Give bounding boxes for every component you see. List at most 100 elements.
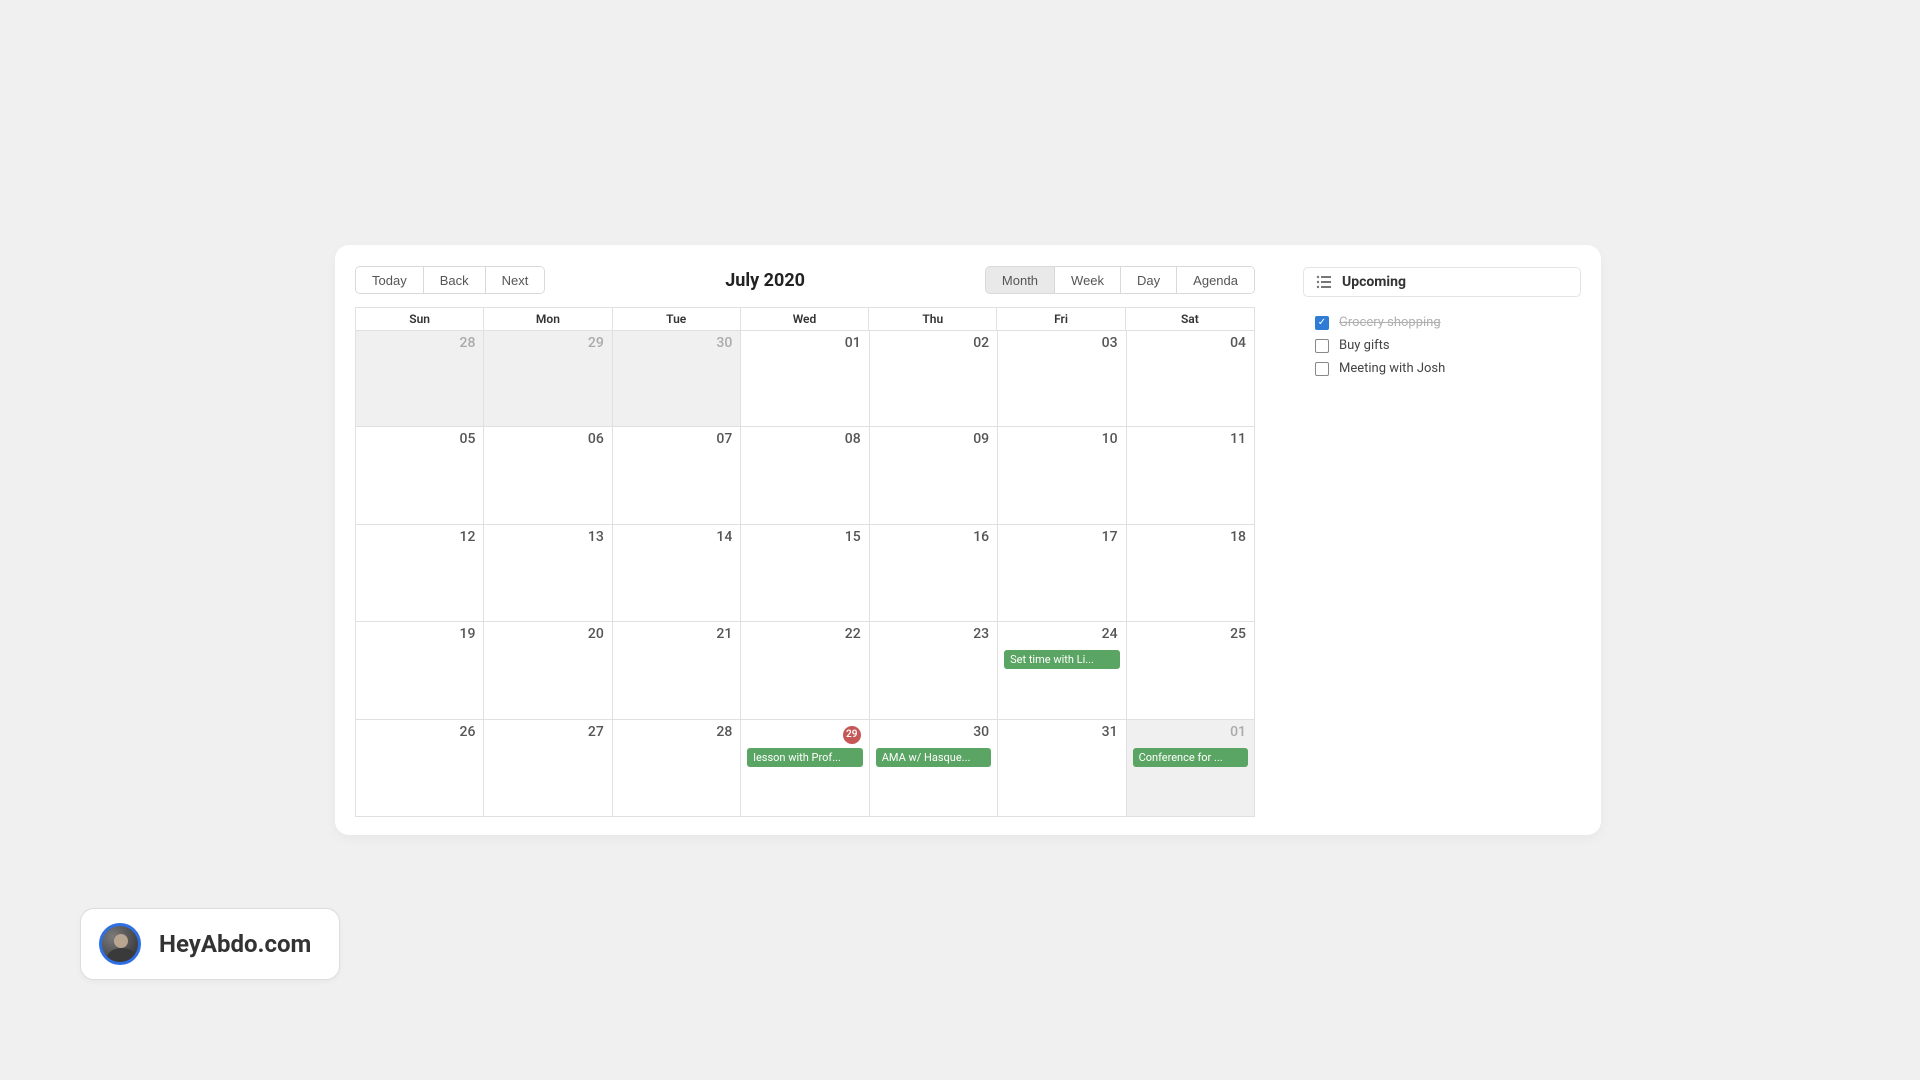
calendar-cell[interactable]: 13 (484, 525, 612, 622)
calendar-event[interactable]: AMA w/ Hasque... (876, 748, 991, 767)
calendar-cell[interactable]: 01 (741, 330, 869, 427)
calendar-cell[interactable]: 15 (741, 525, 869, 622)
day-number: 26 (460, 724, 476, 740)
back-button[interactable]: Back (424, 267, 486, 293)
calendar-cell[interactable]: 05 (356, 427, 484, 524)
calendar-cell[interactable]: 30 (613, 330, 741, 427)
upcoming-header[interactable]: Upcoming (1303, 267, 1581, 297)
checkbox-icon[interactable] (1315, 362, 1329, 376)
calendar-cell[interactable]: 21 (613, 622, 741, 719)
calendar-cell[interactable]: 06 (484, 427, 612, 524)
day-number: 10 (1102, 431, 1118, 447)
day-number: 15 (845, 529, 861, 545)
brand-text: HeyAbdo.com (159, 930, 311, 958)
day-number: 06 (588, 431, 604, 447)
calendar-cell[interactable]: 09 (870, 427, 998, 524)
calendar-cell[interactable]: 28 (356, 330, 484, 427)
day-number: 16 (973, 529, 989, 545)
checkbox-icon[interactable] (1315, 339, 1329, 353)
task-label: Meeting with Josh (1339, 361, 1445, 376)
day-number: 21 (716, 626, 732, 642)
calendar-toolbar: Today Back Next July 2020 MonthWeekDayAg… (355, 263, 1255, 297)
calendar-card: Today Back Next July 2020 MonthWeekDayAg… (335, 245, 1601, 835)
view-agenda-button[interactable]: Agenda (1177, 267, 1254, 293)
calendar-cell[interactable]: 04 (1127, 330, 1255, 427)
calendar-cell[interactable]: 29 lesson with Prof... (741, 720, 869, 817)
day-number: 17 (1102, 529, 1118, 545)
nav-group: Today Back Next (355, 266, 545, 294)
day-number: 03 (1102, 335, 1118, 351)
calendar-cell[interactable]: 24 Set time with Li... (998, 622, 1126, 719)
day-number: 11 (1230, 431, 1246, 447)
task-item[interactable]: Buy gifts (1303, 334, 1581, 357)
day-number: 05 (460, 431, 476, 447)
today-button[interactable]: Today (356, 267, 424, 293)
calendar-cell[interactable]: 17 (998, 525, 1126, 622)
calendar-cell[interactable]: 19 (356, 622, 484, 719)
day-number: 14 (716, 529, 732, 545)
calendar-cell[interactable]: 27 (484, 720, 612, 817)
task-label: Grocery shopping (1339, 315, 1441, 330)
calendar-cell[interactable]: 11 (1127, 427, 1255, 524)
calendar-cell[interactable]: 07 (613, 427, 741, 524)
next-button[interactable]: Next (486, 267, 545, 293)
view-week-button[interactable]: Week (1055, 267, 1121, 293)
calendar-grid: 2829300102030405060708091011121314151617… (355, 330, 1255, 817)
calendar-cell[interactable]: 25 (1127, 622, 1255, 719)
day-number: 28 (460, 335, 476, 351)
view-month-button[interactable]: Month (986, 267, 1055, 293)
calendar-title: July 2020 (725, 270, 805, 291)
calendar-cell[interactable]: 22 (741, 622, 869, 719)
task-item[interactable]: Meeting with Josh (1303, 357, 1581, 380)
calendar-cell[interactable]: 03 (998, 330, 1126, 427)
day-number: 28 (716, 724, 732, 740)
day-number: 12 (460, 529, 476, 545)
day-header: Thu (869, 308, 997, 330)
day-number: 09 (973, 431, 989, 447)
checkbox-icon[interactable] (1315, 316, 1329, 330)
calendar-cell[interactable]: 02 (870, 330, 998, 427)
avatar (99, 923, 141, 965)
calendar-cell[interactable]: 16 (870, 525, 998, 622)
day-number: 01 (845, 335, 861, 351)
day-header: Sun (356, 308, 484, 330)
task-list: Grocery shopping Buy gifts Meeting with Jo… (1303, 311, 1581, 380)
day-number: 27 (588, 724, 604, 740)
day-number: 20 (588, 626, 604, 642)
task-label: Buy gifts (1339, 338, 1390, 353)
day-number: 18 (1230, 529, 1246, 545)
day-number: 31 (1102, 724, 1118, 740)
day-number: 30 (973, 724, 989, 740)
calendar-wrap: Today Back Next July 2020 MonthWeekDayAg… (355, 263, 1255, 817)
calendar-cell[interactable]: 12 (356, 525, 484, 622)
day-number: 04 (1230, 335, 1246, 351)
day-header: Tue (613, 308, 741, 330)
calendar-cell[interactable]: 29 (484, 330, 612, 427)
day-number: 24 (1102, 626, 1118, 642)
today-badge: 29 (843, 726, 861, 744)
calendar-cell[interactable]: 01Conference for ... (1127, 720, 1255, 817)
calendar-cell[interactable]: 18 (1127, 525, 1255, 622)
calendar-cell[interactable]: 31 (998, 720, 1126, 817)
brand-badge[interactable]: HeyAbdo.com (80, 908, 340, 980)
task-item[interactable]: Grocery shopping (1303, 311, 1581, 334)
calendar-event[interactable]: Set time with Li... (1004, 650, 1119, 669)
day-header: Sat (1126, 308, 1254, 330)
calendar-event[interactable]: Conference for ... (1133, 748, 1248, 767)
upcoming-sidebar: Upcoming Grocery shopping Buy gifts Meetin… (1303, 263, 1581, 817)
calendar-cell[interactable]: 28 (613, 720, 741, 817)
calendar-cell[interactable]: 08 (741, 427, 869, 524)
view-day-button[interactable]: Day (1121, 267, 1177, 293)
day-header: Fri (997, 308, 1125, 330)
day-number: 23 (973, 626, 989, 642)
upcoming-title: Upcoming (1342, 274, 1406, 290)
calendar-cell[interactable]: 20 (484, 622, 612, 719)
list-icon (1316, 275, 1332, 289)
calendar-event[interactable]: lesson with Prof... (747, 748, 862, 767)
calendar-cell[interactable]: 26 (356, 720, 484, 817)
day-number: 22 (845, 626, 861, 642)
calendar-cell[interactable]: 23 (870, 622, 998, 719)
calendar-cell[interactable]: 10 (998, 427, 1126, 524)
calendar-cell[interactable]: 30 AMA w/ Hasque... (870, 720, 998, 817)
calendar-cell[interactable]: 14 (613, 525, 741, 622)
